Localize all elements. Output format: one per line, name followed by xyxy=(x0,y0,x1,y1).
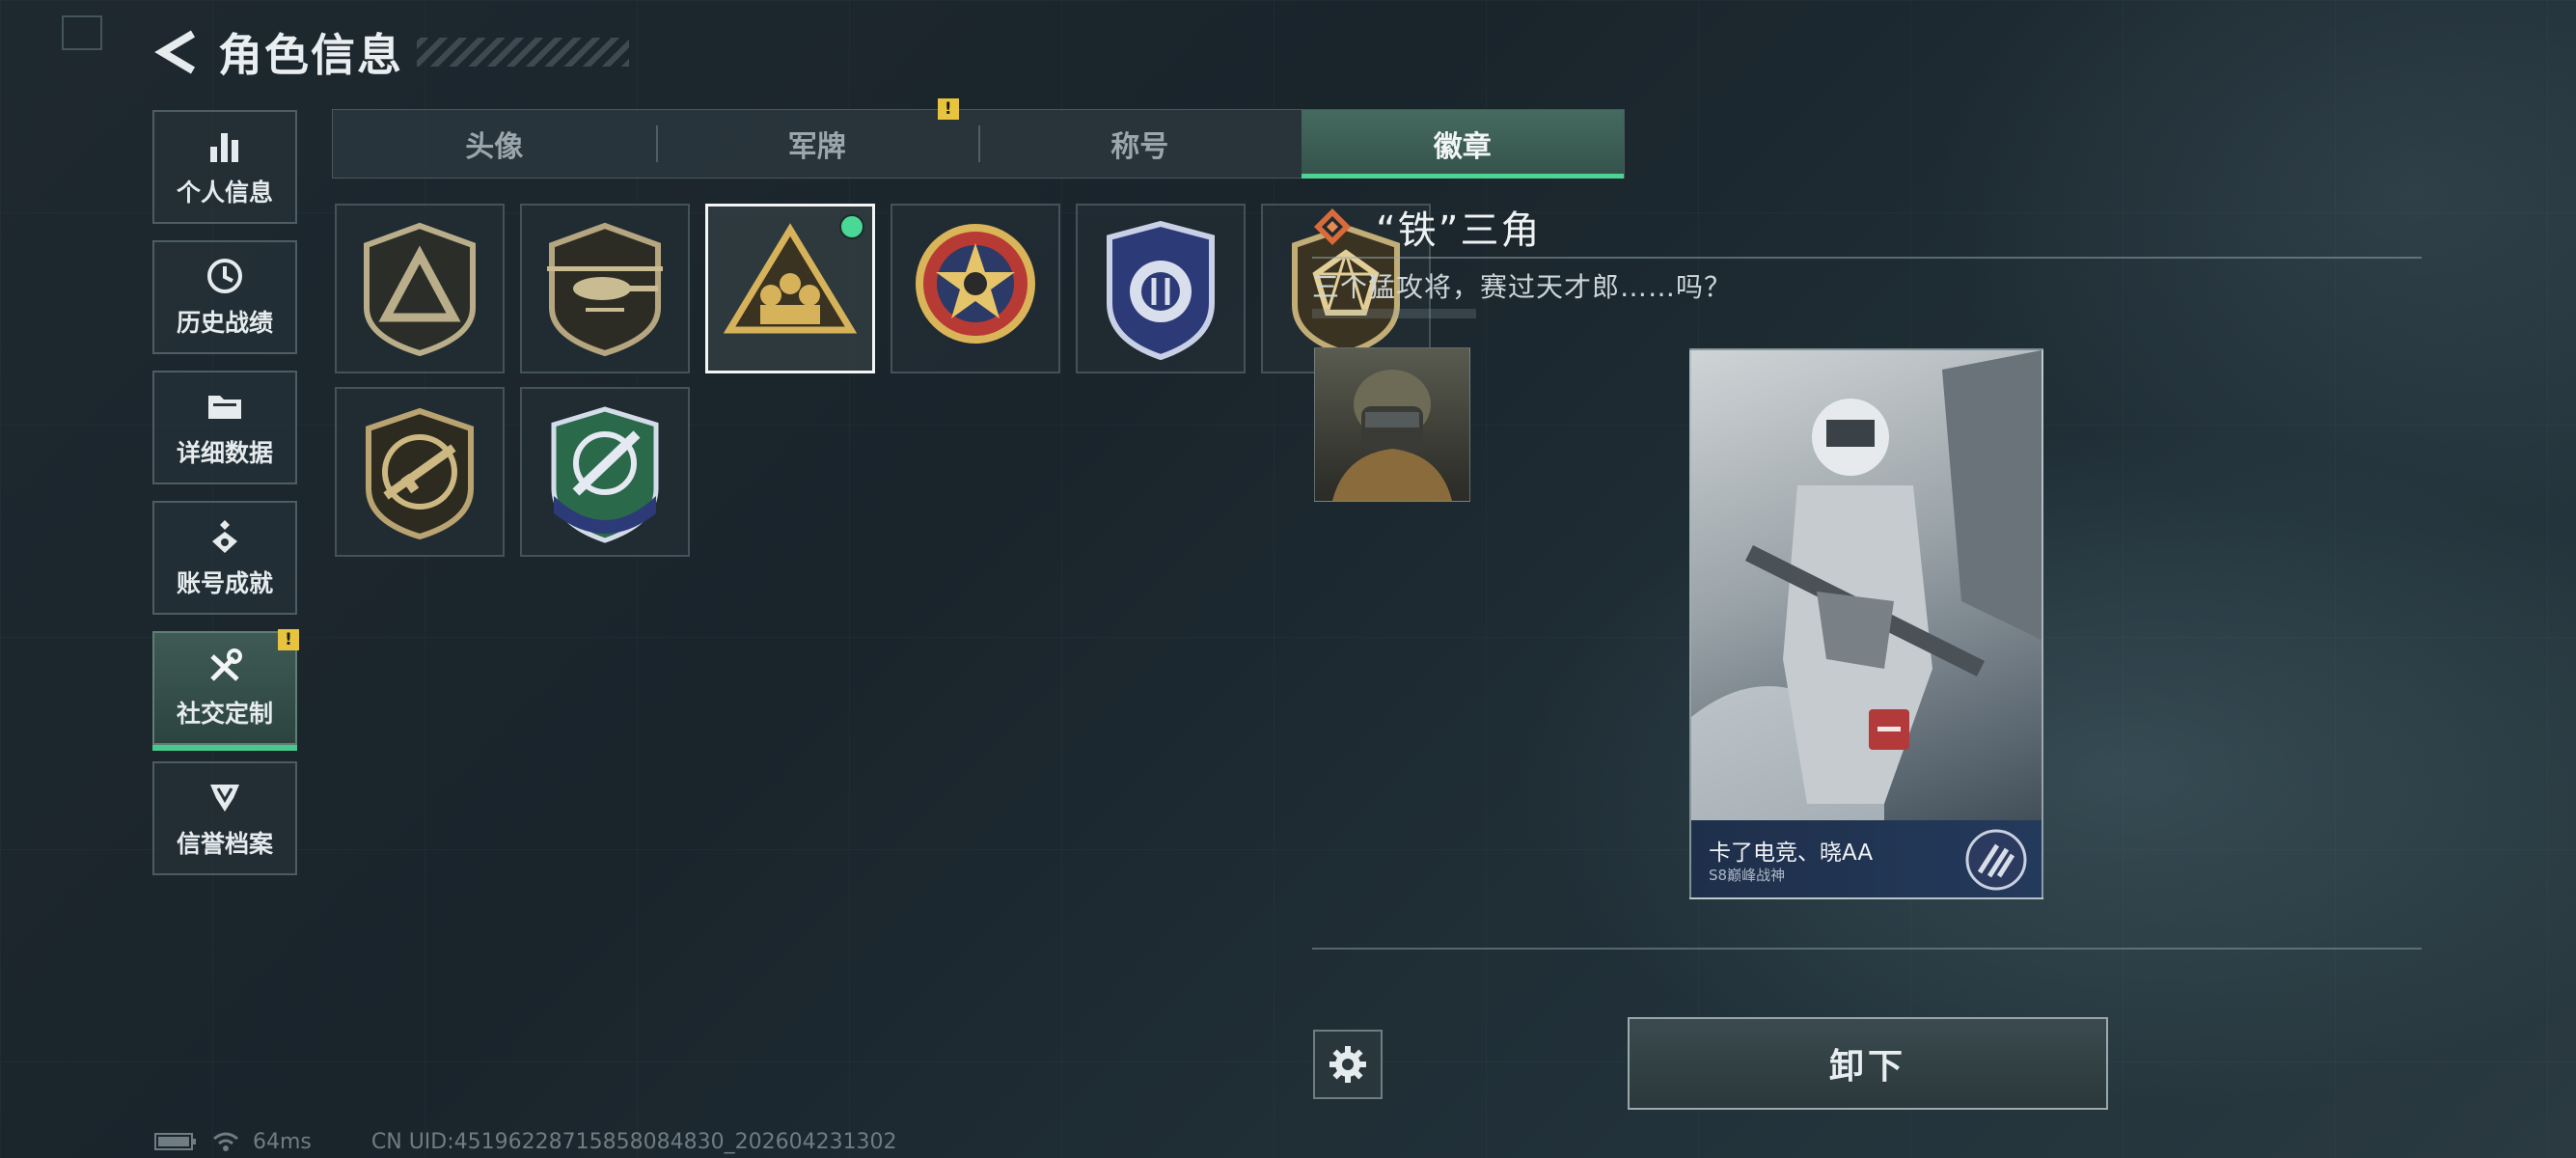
tab-avatar[interactable]: 头像 xyxy=(333,110,656,178)
equipped-indicator xyxy=(839,214,864,239)
badge-item-blue-shield[interactable] xyxy=(1076,204,1246,373)
unequip-button[interactable]: 卸下 xyxy=(1628,1017,2108,1110)
tab-title[interactable]: 称号 xyxy=(978,110,1302,178)
folder-icon xyxy=(208,396,241,419)
sidebar-item-label: 账号成就 xyxy=(176,569,273,597)
soldier-portrait-icon xyxy=(1332,370,1452,501)
page-header: 角色信息 xyxy=(154,25,629,81)
tab-badge[interactable]: 徽章 xyxy=(1301,110,1624,179)
badge-item-star-skull[interactable] xyxy=(891,204,1060,373)
player-avatar xyxy=(1314,347,1470,502)
battery-icon xyxy=(154,1133,196,1150)
iron-triangle-badge-icon xyxy=(723,223,858,334)
title-decoration xyxy=(417,38,629,67)
tab-bar: 头像 军牌 ! 称号 徽章 xyxy=(332,98,1625,179)
description-decoration xyxy=(1312,309,1476,318)
sidebar-item-detailed-data[interactable]: 详细数据 xyxy=(152,371,297,484)
tools-icon xyxy=(210,648,242,681)
status-bar: 64ms CN UID:4519622871585808​4830_202604… xyxy=(154,1129,897,1154)
blue-shield-badge-icon xyxy=(1107,220,1215,361)
badge-description: 三个猛攻将，赛过天才郎……吗？ xyxy=(1312,271,1733,303)
badge-item-rifle[interactable] xyxy=(335,387,505,557)
operator-artwork-icon xyxy=(1691,350,2042,823)
sidebar-item-label: 详细数据 xyxy=(176,439,273,467)
sidebar-item-social-custom[interactable]: 社交定制 ! xyxy=(152,629,299,751)
badge-item-iron-triangle[interactable] xyxy=(705,204,875,373)
sidebar-item-label: 个人信息 xyxy=(176,179,273,207)
rank-emblem-icon xyxy=(1965,829,2027,891)
sidebar: 个人信息 历史战绩 详细数据 账号成就 社交定制 ! 信誉档案 xyxy=(152,110,301,892)
corner-mark xyxy=(62,15,102,50)
sidebar-item-credit-record[interactable]: 信誉档案 xyxy=(152,761,297,875)
achievement-icon xyxy=(212,520,237,553)
sidebar-item-label: 信誉档案 xyxy=(176,830,273,858)
settings-button[interactable] xyxy=(1313,1030,1383,1099)
player-uid: CN UID:4519622871585808​4830_20260423130… xyxy=(370,1129,897,1154)
badge-item-triangle[interactable] xyxy=(335,204,505,373)
tab-label: 称号 xyxy=(1110,130,1169,164)
crosshair-knife-badge-icon xyxy=(551,406,659,543)
alert-badge: ! xyxy=(937,98,959,120)
rifle-badge-icon xyxy=(366,407,474,540)
badge-item-crosshair-knife[interactable] xyxy=(520,387,690,557)
page-title: 角色信息 xyxy=(218,29,403,81)
diamond-rarity-icon xyxy=(1314,208,1351,245)
back-arrow-icon[interactable] xyxy=(154,28,199,76)
card-footer: 卡了电竞、晓AA S8巅峰战神 xyxy=(1691,820,2042,897)
remove-badge-button[interactable] xyxy=(1869,709,1909,750)
bar-chart-icon xyxy=(210,133,238,162)
credit-shield-icon xyxy=(210,785,239,812)
player-card: 卡了电竞、晓AA S8巅峰战神 xyxy=(1689,348,2043,899)
sidebar-item-achievements[interactable]: 账号成就 xyxy=(152,501,297,615)
badge-name: “铁”三角 xyxy=(1376,208,1542,253)
wifi-icon xyxy=(213,1132,238,1151)
tab-dogtag[interactable]: 军牌 ! xyxy=(655,98,979,178)
player-name: 卡了电竞、晓AA xyxy=(1709,841,1874,866)
tab-label: 军牌 xyxy=(787,130,846,164)
sidebar-item-history[interactable]: 历史战绩 xyxy=(152,240,297,354)
badge-detail-panel: “铁”三角 三个猛攻将，赛过天才郎……吗？ xyxy=(1312,203,2422,318)
clock-history-icon xyxy=(207,259,242,293)
tab-label: 徽章 xyxy=(1433,130,1492,164)
star-skull-badge-icon xyxy=(916,224,1035,344)
sidebar-item-personal-info[interactable]: 个人信息 xyxy=(152,110,297,224)
badge-item-helicopter[interactable] xyxy=(520,204,690,373)
sidebar-item-label: 历史战绩 xyxy=(176,309,273,337)
gear-icon xyxy=(1329,1046,1366,1083)
divider xyxy=(1312,257,2422,259)
divider xyxy=(1312,948,2422,950)
alert-badge: ! xyxy=(278,629,299,650)
badge-grid xyxy=(335,204,1444,557)
helicopter-badge-icon xyxy=(547,222,663,357)
sidebar-item-label: 社交定制 xyxy=(176,700,273,728)
player-rank: S8巅峰战神 xyxy=(1709,867,1786,884)
ping-readout: 64ms xyxy=(253,1129,312,1154)
triangle-badge-icon xyxy=(364,222,476,357)
tab-label: 头像 xyxy=(465,130,524,164)
